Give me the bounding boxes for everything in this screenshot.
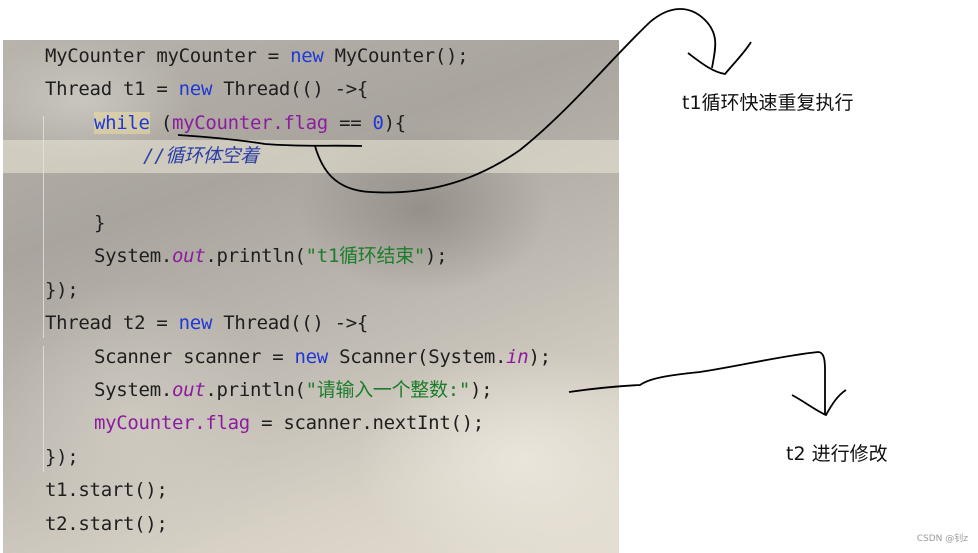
code-token: in bbox=[506, 345, 529, 368]
code-token: ); bbox=[528, 345, 551, 368]
code-token: ( bbox=[149, 111, 172, 134]
code-line: Scanner scanner = new Scanner(System.in)… bbox=[94, 341, 551, 374]
code-token: MyCounter(); bbox=[323, 45, 469, 67]
arrowhead-t1 bbox=[687, 41, 752, 75]
code-token: ){ bbox=[383, 111, 407, 134]
code-token: new bbox=[178, 78, 213, 101]
code-token: ); bbox=[425, 245, 448, 268]
code-token: = scanner.nextInt(); bbox=[249, 412, 484, 435]
indent-guide bbox=[43, 346, 44, 472]
watermark: CSDN @钊z bbox=[916, 534, 968, 544]
code-line: System.out.println("请输入一个整数:"); bbox=[94, 374, 493, 407]
code-line: System.out.println("t1循环结束"); bbox=[94, 240, 448, 273]
code-token: Thread(() ->{ bbox=[212, 78, 369, 101]
code-token: "t1循环结束" bbox=[305, 245, 426, 268]
code-token: 0 bbox=[372, 111, 384, 134]
code-token: t2.start(); bbox=[45, 512, 168, 535]
code-token: Thread t2 = bbox=[45, 312, 179, 335]
code-line: Thread t2 = new Thread(() ->{ bbox=[45, 307, 368, 340]
code-line: myCounter.flag = scanner.nextInt(); bbox=[94, 407, 484, 440]
code-line: MyCounter myCounter = new MyCounter(); bbox=[45, 40, 469, 73]
code-token: ); bbox=[470, 379, 493, 401]
code-line: }); bbox=[45, 274, 79, 307]
code-line: }); bbox=[45, 441, 79, 474]
code-token: //循环体空着 bbox=[143, 145, 259, 168]
code-token: new bbox=[294, 345, 329, 368]
code-token: }); bbox=[45, 278, 79, 301]
code-editor-panel: MyCounter myCounter = new MyCounter(); Th… bbox=[3, 40, 619, 553]
code-token: == bbox=[327, 111, 373, 134]
code-line: } bbox=[94, 207, 105, 240]
code-token: System. bbox=[94, 245, 172, 268]
code-line: t1.start(); bbox=[45, 474, 168, 507]
code-token: MyCounter myCounter = bbox=[45, 45, 291, 67]
code-line: while (myCounter.flag == 0){ bbox=[94, 107, 406, 140]
code-token: out bbox=[171, 379, 206, 401]
code-line: t2.start(); bbox=[45, 508, 168, 541]
code-token: out bbox=[171, 245, 206, 268]
annotation-t1-loop: t1循环快速重复执行 bbox=[682, 92, 854, 114]
code-line: Thread t1 = new Thread(() ->{ bbox=[45, 73, 368, 106]
code-token: Scanner scanner = bbox=[94, 345, 295, 368]
code-token: }); bbox=[45, 445, 79, 468]
code-token: t1.start(); bbox=[45, 479, 168, 502]
code-token: "请输入一个整数:" bbox=[305, 379, 471, 401]
arrowhead-t2 bbox=[791, 389, 847, 417]
code-token: new bbox=[290, 45, 324, 67]
indent-guide bbox=[43, 116, 44, 338]
code-token: myCounter.flag bbox=[171, 111, 328, 134]
code-token: Thread t1 = bbox=[45, 78, 179, 101]
current-line-highlight bbox=[3, 140, 619, 173]
code-token: } bbox=[94, 212, 106, 234]
code-token: myCounter.flag bbox=[94, 412, 250, 435]
code-token: .println( bbox=[205, 245, 306, 268]
annotation-t2-modify: t2 进行修改 bbox=[786, 443, 888, 465]
code-line: //循环体空着 bbox=[143, 140, 259, 173]
code-token: System. bbox=[94, 379, 172, 401]
code-token: Scanner(System. bbox=[327, 345, 507, 368]
code-token: while bbox=[94, 111, 150, 134]
code-token: Thread(() ->{ bbox=[212, 312, 369, 335]
code-token: .println( bbox=[205, 379, 306, 401]
code-token: new bbox=[178, 312, 213, 335]
